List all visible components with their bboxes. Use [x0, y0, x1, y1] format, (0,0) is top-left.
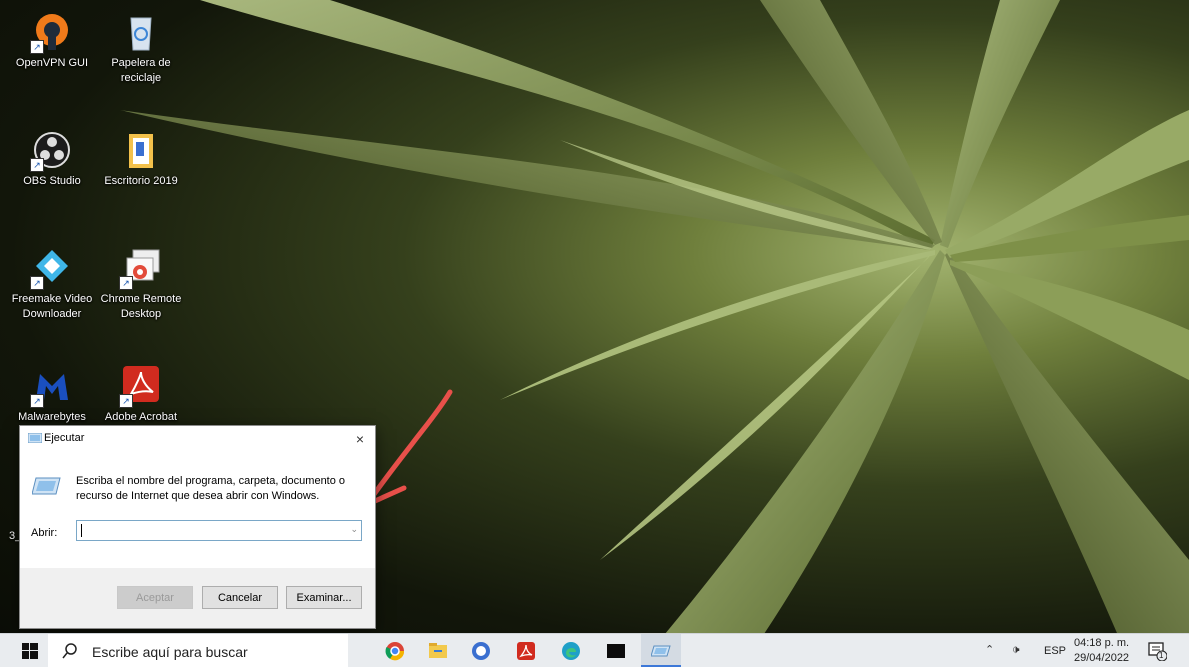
- open-label: Abrir:: [31, 527, 58, 539]
- run-dialog-titlebar[interactable]: Ejecutar ×: [20, 426, 375, 452]
- taskbar-app-obs[interactable]: [461, 634, 501, 667]
- taskbar-app-acrobat[interactable]: [506, 634, 546, 667]
- run-icon: [28, 433, 42, 443]
- accept-button[interactable]: Aceptar: [117, 586, 193, 609]
- obs-icon: ↗: [30, 128, 74, 172]
- taskbar-app-file-explorer[interactable]: [418, 634, 458, 667]
- search-icon: [62, 643, 77, 659]
- taskbar-app-terminal[interactable]: [596, 634, 636, 667]
- acrobat-icon: [517, 642, 535, 660]
- desktop-icon-obs[interactable]: ↗ OBS Studio: [8, 128, 96, 189]
- file-explorer-icon: [429, 643, 447, 658]
- browse-button[interactable]: Examinar...: [286, 586, 362, 609]
- notification-count: 1: [1159, 651, 1164, 660]
- taskbar-app-chrome[interactable]: [375, 634, 415, 667]
- run-dialog-description: Escriba el nombre del programa, carpeta,…: [76, 475, 346, 502]
- search-placeholder: Escribe aquí para buscar: [92, 644, 248, 660]
- desktop-icon-label: Chrome Remote Desktop: [100, 293, 182, 320]
- text-cursor: [81, 524, 82, 537]
- chevron-up-icon[interactable]: ⌃: [985, 643, 994, 656]
- taskbar: Escribe aquí para buscar ⌃ 🕩 ESP 04:18 p…: [0, 633, 1189, 667]
- terminal-icon: [607, 644, 625, 658]
- taskbar-app-edge[interactable]: [551, 634, 591, 667]
- run-program-icon: [32, 477, 61, 495]
- desktop-icon-freemake[interactable]: ↗ Freemake Video Downloader: [8, 246, 96, 322]
- recycle-bin-icon: [119, 10, 163, 54]
- notification-center-button[interactable]: 1: [1147, 641, 1168, 662]
- close-button[interactable]: ×: [345, 426, 375, 452]
- chevron-down-icon[interactable]: ⌄: [350, 524, 358, 535]
- malwarebytes-icon: ↗: [30, 364, 74, 408]
- notification-icon: [1148, 642, 1168, 662]
- desktop-icon-escritorio[interactable]: Escritorio 2019: [97, 128, 185, 189]
- desktop-icon-acrobat[interactable]: ↗ Adobe Acrobat: [97, 364, 185, 425]
- run-icon: [651, 645, 671, 657]
- edge-icon: [562, 642, 580, 660]
- run-dialog: Ejecutar × Escriba el nombre del program…: [19, 425, 376, 629]
- start-button[interactable]: [0, 634, 48, 667]
- desktop: ↗ OpenVPN GUI Papelera de reciclaje ↗ OB…: [0, 0, 1189, 667]
- chrome-icon: [385, 642, 405, 661]
- taskbar-app-run[interactable]: [641, 634, 681, 667]
- desktop-icon-chrome-remote[interactable]: ↗ Chrome Remote Desktop: [97, 246, 185, 322]
- openvpn-icon: ↗: [30, 10, 74, 54]
- obs-icon: [472, 642, 490, 660]
- cancel-button[interactable]: Cancelar: [202, 586, 278, 609]
- desktop-icon-label: Freemake Video Downloader: [11, 293, 93, 320]
- run-dialog-footer: Aceptar Cancelar Examinar...: [20, 568, 375, 628]
- desktop-icon-label: Papelera de reciclaje: [111, 57, 171, 84]
- freemake-icon: ↗: [30, 246, 74, 290]
- language-indicator[interactable]: ESP: [1044, 645, 1066, 657]
- clock-date[interactable]: 29/04/2022: [1074, 652, 1129, 664]
- run-dialog-title: Ejecutar: [44, 432, 85, 444]
- folder-icon: [119, 128, 163, 172]
- desktop-icon-malwarebytes[interactable]: ↗ Malwarebytes: [8, 364, 96, 425]
- taskbar-search-box[interactable]: Escribe aquí para buscar: [48, 634, 348, 667]
- desktop-icon-label: Escritorio 2019: [104, 175, 178, 187]
- desktop-icon-label: Adobe Acrobat: [104, 411, 178, 423]
- chrome-remote-desktop-icon: ↗: [119, 246, 163, 290]
- volume-icon[interactable]: 🕩: [1012, 642, 1020, 657]
- desktop-icon-recycle-bin[interactable]: Papelera de reciclaje: [97, 10, 185, 86]
- desktop-icon-label: OpenVPN GUI: [15, 57, 89, 69]
- desktop-icon-openvpn[interactable]: ↗ OpenVPN GUI: [8, 10, 96, 71]
- desktop-icon-label: OBS Studio: [23, 175, 81, 187]
- open-input[interactable]: [77, 521, 347, 540]
- open-combobox[interactable]: ⌄: [76, 520, 362, 541]
- desktop-icon-label: Malwarebytes: [18, 411, 86, 423]
- acrobat-icon: ↗: [119, 364, 163, 408]
- windows-logo-icon: [22, 643, 38, 659]
- clock-time[interactable]: 04:18 p. m.: [1074, 637, 1129, 649]
